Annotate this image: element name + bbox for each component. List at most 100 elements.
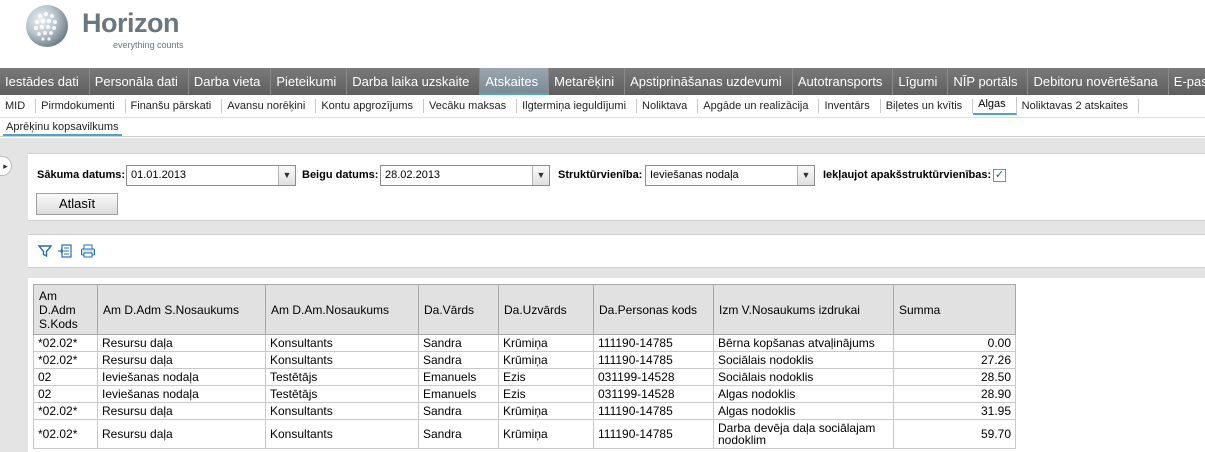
- subnav-item-noliktavas-2-atskaites[interactable]: Noliktavas 2 atskaites: [1017, 99, 1140, 113]
- nav-item-nip-portals[interactable]: NĪP portāls: [948, 68, 1029, 95]
- table-cell-am-d-am-nosaukums: Konsultants: [265, 419, 419, 449]
- table-row[interactable]: 02 Ieviešanas nodaļa Testētājs Emanuels Ezis…: [33, 368, 1016, 386]
- subnav-item-finansu-parskati[interactable]: Finanšu pārskati: [126, 99, 223, 113]
- table-cell-da-personas-kods: 031199-14528: [593, 385, 714, 403]
- subnav-item-avansu-norekini[interactable]: Avansu norēķini: [222, 99, 317, 113]
- start-date-label: Sākuma datums:: [37, 169, 126, 181]
- start-date-field[interactable]: 01.01.2013 ▼: [126, 165, 296, 186]
- subnav-item-noliktava[interactable]: Noliktava: [637, 99, 699, 113]
- nav-item-e-pasts[interactable]: E-pasts: [1169, 68, 1205, 95]
- end-date-value: 28.02.2013: [385, 169, 441, 181]
- subnav-item-apgade-un-realizacija[interactable]: Apgāde un realizācija: [698, 99, 820, 113]
- include-subunits-checkbox[interactable]: ✓: [993, 169, 1006, 182]
- table-cell-da-personas-kods: 111190-14785: [593, 334, 714, 352]
- table-header-row: Am D.Adm S.Kods Am D.Adm S.Nosaukums Am D.…: [33, 284, 1016, 335]
- table-cell-summa: 27.26: [893, 351, 1016, 369]
- table-cell-izm-v-nosaukums-izdrukai: Bērna kopšanas atvaļinājums: [713, 334, 894, 352]
- chevron-down-icon[interactable]: ▼: [532, 166, 549, 185]
- report-grid-area: Am D.Adm S.Kods Am D.Adm S.Nosaukums Am D.…: [28, 278, 1205, 452]
- table-cell-am-d-am-nosaukums: Konsultants: [265, 402, 419, 420]
- brand-name: Horizon: [82, 8, 180, 38]
- nav-item-autotransports[interactable]: Autotransports: [793, 68, 894, 95]
- subnav-item-algas[interactable]: Algas: [973, 97, 1017, 115]
- column-header-da-vards[interactable]: Da.Vārds: [418, 284, 499, 335]
- column-header-da-personas-kods[interactable]: Da.Personas kods: [593, 284, 714, 335]
- nav-item-darba-vieta[interactable]: Darba vieta: [189, 68, 272, 95]
- table-cell-da-vards: Sandra: [418, 351, 499, 369]
- table-body: *02.02* Resursu daļa Konsultants Sandra Krūm…: [33, 334, 1016, 449]
- subnav-item-mid[interactable]: MID: [0, 99, 37, 113]
- table-cell-izm-v-nosaukums-izdrukai: Sociālais nodoklis: [713, 368, 894, 386]
- chevron-down-icon[interactable]: ▼: [797, 166, 814, 185]
- table-cell-am-d-am-nosaukums: Konsultants: [265, 334, 419, 352]
- table-cell-da-personas-kods: 111190-14785: [593, 351, 714, 369]
- table-cell-am-d-adm-s-nosaukums: Resursu daļa: [97, 402, 266, 420]
- table-row[interactable]: *02.02* Resursu daļa Konsultants Sandra Krūm…: [33, 402, 1016, 420]
- table-row[interactable]: 02 Ieviešanas nodaļa Testētājs Emanuels Ezis…: [33, 385, 1016, 403]
- print-icon[interactable]: [80, 243, 96, 259]
- unit-label: Struktūrvienība:: [558, 169, 643, 181]
- nav-item-debitoru-novertesana[interactable]: Debitoru novērtēšana: [1028, 68, 1169, 95]
- subnav-item-ilgtermina-ieguldijumi[interactable]: Ilgtermiņa ieguldījumi: [517, 99, 638, 113]
- chevron-down-icon[interactable]: ▼: [278, 166, 295, 185]
- tab-apreikinu-kopsavilkums[interactable]: Aprēķinu kopsavilkums: [3, 120, 122, 136]
- column-header-am-d-adm-s-kods[interactable]: Am D.Adm S.Kods: [33, 284, 98, 335]
- column-header-izm-v-nosaukums-izdrukai[interactable]: Izm V.Nosaukums izdrukai: [713, 284, 894, 335]
- end-date-field[interactable]: 28.02.2013 ▼: [380, 165, 550, 186]
- column-header-am-d-adm-s-nosaukums[interactable]: Am D.Adm S.Nosaukums: [97, 284, 266, 335]
- app-header: Horizon everything counts: [0, 0, 1205, 68]
- subnav-item-vecaku-maksas[interactable]: Vecāku maksas: [424, 99, 518, 113]
- column-header-summa[interactable]: Summa: [893, 284, 1016, 335]
- subnav-item-pirmdokumenti[interactable]: Pirmdokumenti: [36, 99, 126, 113]
- subnav-item-kontu-apgrozijums[interactable]: Kontu apgrozījums: [316, 99, 425, 113]
- table-cell-summa: 59.70: [893, 419, 1016, 449]
- subnav-item-inventars[interactable]: Inventārs: [819, 99, 881, 113]
- report-table: Am D.Adm S.Kods Am D.Adm S.Nosaukums Am D.…: [33, 284, 1016, 449]
- table-cell-summa: 31.95: [893, 402, 1016, 420]
- nav-item-atskaites[interactable]: Atskaites: [480, 68, 550, 95]
- nav-item-metarekini[interactable]: Metarēķini: [549, 68, 626, 95]
- filter-icon[interactable]: [37, 243, 53, 259]
- table-row[interactable]: *02.02* Resursu daļa Konsultants Sandra Krūm…: [33, 334, 1016, 352]
- table-cell-da-uzvards: Krūmiņa: [498, 334, 594, 352]
- table-cell-da-vards: Emanuels: [418, 368, 499, 386]
- table-row[interactable]: *02.02* Resursu daļa Konsultants Sandra Krūm…: [33, 351, 1016, 369]
- nav-item-iestades-dati[interactable]: Iestādes dati: [0, 68, 90, 95]
- table-cell-da-uzvards: Krūmiņa: [498, 351, 594, 369]
- start-date-value: 01.01.2013: [131, 169, 187, 181]
- nav-item-darba-laika-uzskaite[interactable]: Darba laika uzskaite: [347, 68, 481, 95]
- expand-sidebar-icon[interactable]: ▸: [0, 156, 12, 176]
- column-header-da-uzvards[interactable]: Da.Uzvārds: [498, 284, 594, 335]
- export-icon[interactable]: [57, 243, 73, 259]
- subnav-item-biletes-un-kvitis[interactable]: Biļetes un kvītis: [881, 99, 974, 113]
- select-button[interactable]: Atlasīt: [36, 193, 118, 215]
- table-cell-summa: 28.90: [893, 385, 1016, 403]
- end-date-label: Beigu datums:: [302, 169, 379, 181]
- table-cell-da-vards: Emanuels: [418, 385, 499, 403]
- table-cell-am-d-adm-s-kods: *02.02*: [33, 402, 98, 420]
- table-cell-am-d-am-nosaukums: Testētājs: [265, 368, 419, 386]
- horizon-logo-icon[interactable]: [26, 5, 68, 47]
- table-cell-da-vards: Sandra: [418, 334, 499, 352]
- nav-item-pieteikumi[interactable]: Pieteikumi: [271, 68, 348, 95]
- column-header-am-d-am-nosaukums[interactable]: Am D.Am.Nosaukums: [265, 284, 419, 335]
- table-cell-am-d-adm-s-kods: *02.02*: [33, 351, 98, 369]
- table-cell-am-d-adm-s-kods: 02: [33, 385, 98, 403]
- unit-select[interactable]: Ieviešanas nodaļa ▼: [645, 165, 815, 186]
- main-content: ▸ Sākuma datums: 01.01.2013 ▼ Beigu datu…: [0, 138, 1205, 452]
- grid-toolbar: [28, 234, 1205, 268]
- table-cell-da-uzvards: Krūmiņa: [498, 419, 594, 449]
- table-cell-da-uzvards: Ezis: [498, 368, 594, 386]
- table-cell-am-d-am-nosaukums: Testētājs: [265, 385, 419, 403]
- table-cell-summa: 28.50: [893, 368, 1016, 386]
- nav-item-personala-dati[interactable]: Personāla dati: [90, 68, 189, 95]
- nav-item-apstiprinasanas-uzdevumi[interactable]: Apstiprināšanas uzdevumi: [625, 68, 793, 95]
- nav-item-ligumi[interactable]: Līgumi: [893, 68, 949, 95]
- table-cell-am-d-adm-s-kods: *02.02*: [33, 419, 98, 449]
- table-row[interactable]: *02.02* Resursu daļa Konsultants Sandra Krūm…: [33, 419, 1016, 449]
- sub-navigation: MID Pirmdokumenti Finanšu pārskati Avansu n…: [0, 95, 1205, 118]
- table-cell-izm-v-nosaukums-izdrukai: Algas nodoklis: [713, 385, 894, 403]
- main-navigation: Iestādes dati Personāla dati Darba vieta Pi…: [0, 68, 1205, 95]
- table-cell-da-uzvards: Ezis: [498, 385, 594, 403]
- table-cell-am-d-adm-s-nosaukums: Resursu daļa: [97, 419, 266, 449]
